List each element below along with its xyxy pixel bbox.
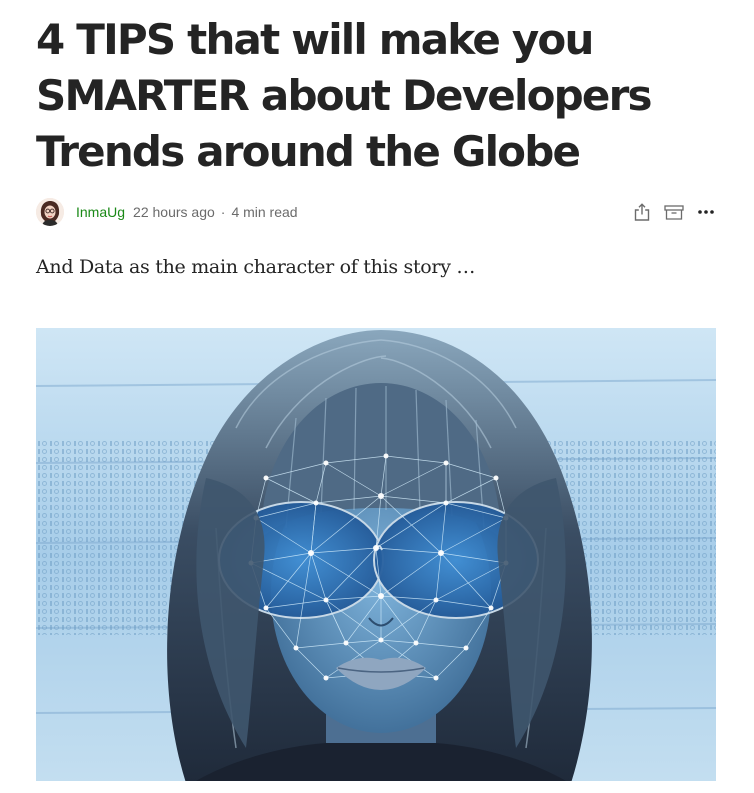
- article-title-line: 4 TIPS that will make you: [36, 15, 594, 64]
- article-title-line: SMARTER about Developers: [36, 71, 653, 120]
- more-icon: [698, 210, 714, 214]
- hero-image: [36, 328, 716, 781]
- meta-separator: ·: [220, 204, 226, 220]
- read-time: 4 min read: [231, 204, 298, 220]
- author-avatar[interactable]: [36, 198, 64, 226]
- article-actions: [622, 200, 718, 224]
- archive-icon: [664, 205, 684, 220]
- article-title-line: Trends around the Globe: [36, 127, 581, 176]
- article-title: 4 TIPS that will make you SMARTER about …: [36, 12, 736, 180]
- more-options-button[interactable]: [694, 200, 718, 224]
- article-subtitle: And Data as the main character of this s…: [36, 256, 476, 278]
- share-button[interactable]: [630, 200, 654, 224]
- published-time: 22 hours ago: [133, 204, 215, 220]
- article-meta: InmaUg 22 hours ago · 4 min read: [36, 198, 718, 226]
- author-name-link[interactable]: InmaUg: [76, 204, 125, 220]
- share-icon: [634, 203, 650, 221]
- archive-button[interactable]: [662, 200, 686, 224]
